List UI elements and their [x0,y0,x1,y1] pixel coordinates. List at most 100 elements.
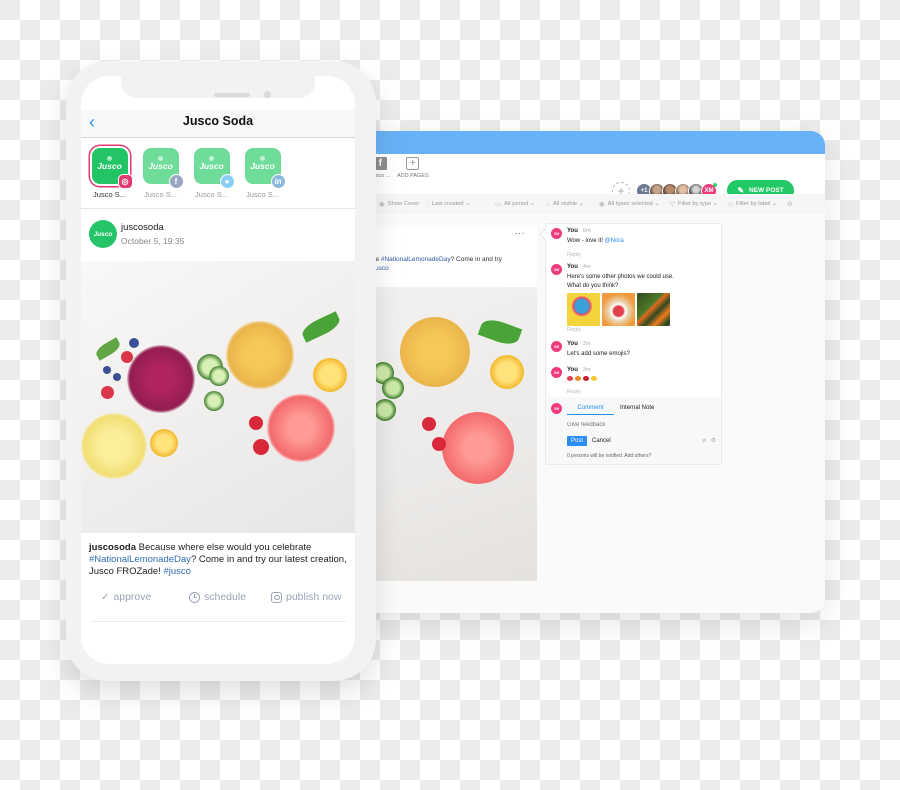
approve-button[interactable]: ✓ approve [101,591,151,603]
show-cover-toggle[interactable]: ◉ Show Cover [379,200,419,208]
filter-label: All visible ⌄ [552,201,584,207]
period-dropdown[interactable]: ▭ All period ⌄ [495,200,535,208]
filter-label: Filter by type ⌄ [678,201,718,207]
account-linkedin[interactable]: Jusco in Jusco S... [240,148,286,199]
comment-avatar: XM [551,367,562,378]
hashtag-link[interactable]: #jusco [163,566,190,577]
checkmark-icon: ✓ [101,591,110,603]
nav-bar: ‹ Jusco Soda [81,110,355,138]
add-pages-button[interactable]: + ADD PAGES [397,157,429,179]
filter-label: All period ⌄ [504,201,535,207]
hashtag-link[interactable]: #NationalLemonadeDay [89,554,191,565]
comment-author: You [567,367,578,373]
facebook-icon: f [168,174,184,189]
caption-text: Because where else would you celebrate [136,542,312,553]
gear-icon[interactable]: ⚙ [711,437,716,444]
tab-internal-note[interactable]: Internal Note [620,405,654,411]
cancel-button[interactable]: Cancel [592,438,611,444]
post-comment-button[interactable]: Post [567,436,588,446]
account-facebook[interactable]: Jusco f Jusco S... [138,148,184,199]
comment-text: Here's some other photos we could use. [567,274,674,280]
phone-camera [264,91,271,98]
publish-now-button[interactable]: publish now [271,591,341,603]
sort-dropdown[interactable]: ⫶ Last created ⌄ [427,200,470,208]
account-logo: Jusco ● [193,148,235,189]
filter-by-label-dropdown[interactable]: ◇ Filter by label ⌄ [728,200,777,208]
add-pages-label: ADD PAGES [397,173,429,179]
comment-emojis [567,376,717,385]
post-username[interactable]: juscosoda [121,222,164,233]
tag-icon: ◇ [728,201,733,208]
approve-label: approve [113,591,152,603]
reply-link[interactable]: Reply [567,389,717,395]
logo-text: Jusco [199,161,224,171]
phone-speaker [214,93,250,97]
comment-time: 3m [582,367,591,373]
tab-comment[interactable]: Comment [567,405,614,415]
comment-text: Let's add some emojis? [567,351,630,357]
instagram-icon: ◎ [117,174,133,189]
settings-button[interactable]: ⚙ [787,200,793,208]
calendar-icon: ▭ [495,201,502,208]
account-instagram[interactable]: Jusco ◎ Jusco S... [87,148,133,199]
eye-icon: ◉ [379,201,385,208]
comment-time: 4m [582,264,591,270]
watermelon-emoji-icon [567,376,573,381]
logo-text: Jusco [148,161,173,171]
filter-label: Show Cover [387,201,420,207]
account-logo: Jusco f [142,148,184,189]
comment-attachments [567,293,717,326]
comment-avatar: XM [551,228,562,239]
lemon-emoji-icon [591,376,597,381]
funnel-icon: ▽ [670,201,675,208]
notify-info[interactable]: 0 persons will be notified. Add others? [567,453,651,459]
desktop-app-window: f Jusco ... + ADD PAGES + +1 XM ✎ NEW PO… [345,131,825,613]
post-preview-caption: ate #NationalLemonadeDay? Come in and tr… [370,256,530,273]
app-header: f Jusco ... + ADD PAGES + +1 XM ✎ NEW PO… [345,154,825,201]
feedback-input[interactable] [567,422,687,428]
post-preview-photo [370,287,537,581]
gear-icon: ⚙ [787,201,793,208]
logo-text: Jusco [250,161,275,171]
schedule-button[interactable]: schedule [189,591,246,603]
mention-link[interactable]: @Nora [605,238,624,244]
comment-text: Wow - love it! [567,238,605,244]
filter-by-type-dropdown[interactable]: ▽ Filter by type ⌄ [670,200,718,208]
composer-avatar: XM [551,403,562,414]
attachment-thumbnail[interactable] [567,293,600,326]
comment-avatar: XM [551,264,562,275]
filter-bar: ◉ Show Cover ⫶ Last created ⌄ ▭ All peri… [345,194,825,214]
account-twitter[interactable]: Jusco ● Jusco S... [189,148,235,199]
add-icon: + [406,157,420,170]
types-dropdown[interactable]: ◉ All types selected ⌄ [599,200,659,208]
comment-text: What do you think? [567,283,619,289]
attachment-thumbnail[interactable] [637,293,670,326]
comment-time: 3m [582,341,591,347]
new-post-label: NEW POST [749,187,784,194]
attachment-thumbnail[interactable] [602,293,635,326]
publish-label: publish now [286,591,342,603]
post-preview-card[interactable]: ··· ate #NationalLemonadeDay? Come in an… [370,225,537,581]
more-options-icon[interactable]: ··· [515,228,526,238]
account-name: Jusco S... [93,190,126,199]
filter-label: Last created ⌄ [431,201,470,207]
clock-icon [189,591,200,603]
visibility-dropdown[interactable]: ⌂ All visible ⌄ [546,201,584,208]
account-logo: Jusco ◎ [91,148,133,189]
post-avatar[interactable]: Jusco [89,220,117,248]
hashtag-link[interactable]: #NationalLemonadeDay [381,256,451,263]
sort-icon: ⫶ [427,200,429,207]
comment-composer: XM Comment Internal Note Post Cancel ⌀ ⚙… [546,397,721,464]
account-name: Jusco S... [246,190,279,199]
attachment-icon[interactable]: ⌀ [702,437,706,444]
phone-frame: ‹ Jusco Soda Jusco ◎ Jusco S... Jusco f … [66,61,376,681]
post-actions: ✓ approve schedule publish now [81,591,355,615]
apple-emoji-icon [583,376,589,381]
reply-link[interactable]: Reply [567,327,717,333]
page-title: Jusco Soda [182,114,254,128]
caption-username[interactable]: juscosoda [89,542,136,553]
eye-icon: ◉ [599,201,605,208]
account-name: Jusco S... [195,190,228,199]
lock-icon: ⌂ [546,200,550,208]
reply-link[interactable]: Reply [567,252,717,258]
